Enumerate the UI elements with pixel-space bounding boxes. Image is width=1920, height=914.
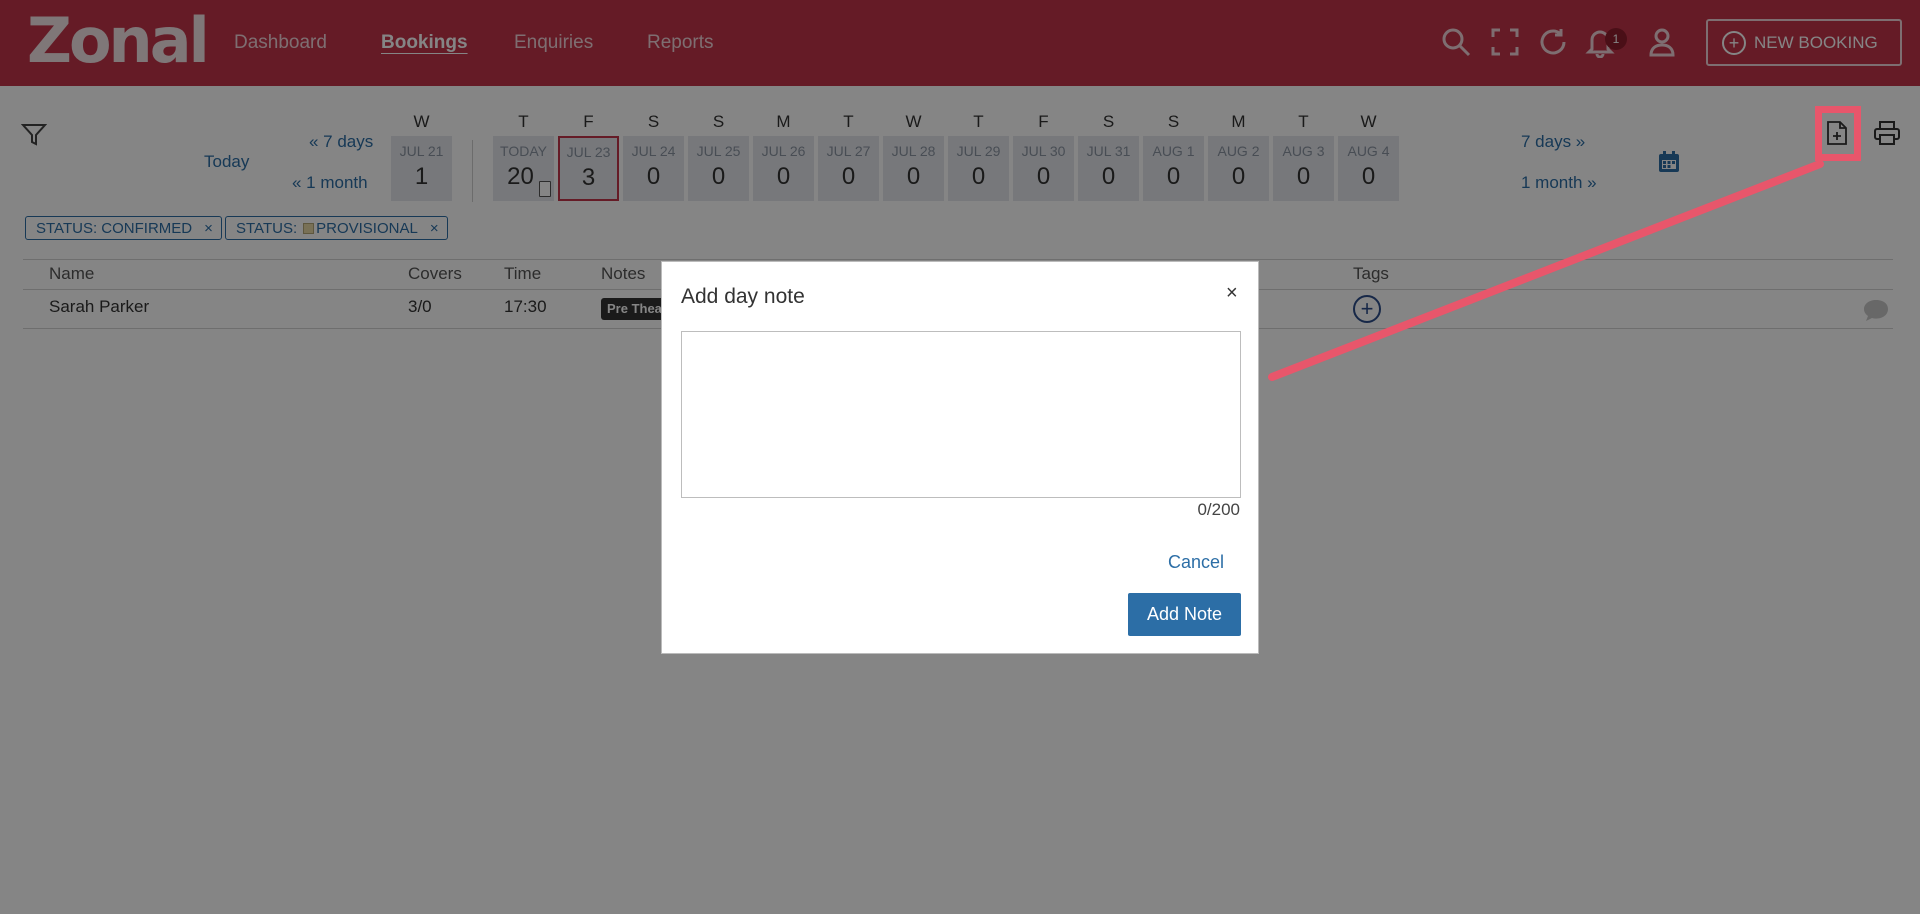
annotation-highlight-box (1815, 106, 1861, 161)
dialog-title: Add day note (681, 285, 805, 308)
day-note-textarea[interactable] (681, 331, 1241, 498)
character-counter: 0/200 (1197, 500, 1240, 519)
cancel-button[interactable]: Cancel (1168, 552, 1224, 573)
add-note-button[interactable]: Add Note (1128, 593, 1241, 636)
add-day-note-dialog: Add day note × 0/200 Cancel Add Note (661, 261, 1259, 654)
close-icon[interactable]: × (1226, 282, 1238, 305)
